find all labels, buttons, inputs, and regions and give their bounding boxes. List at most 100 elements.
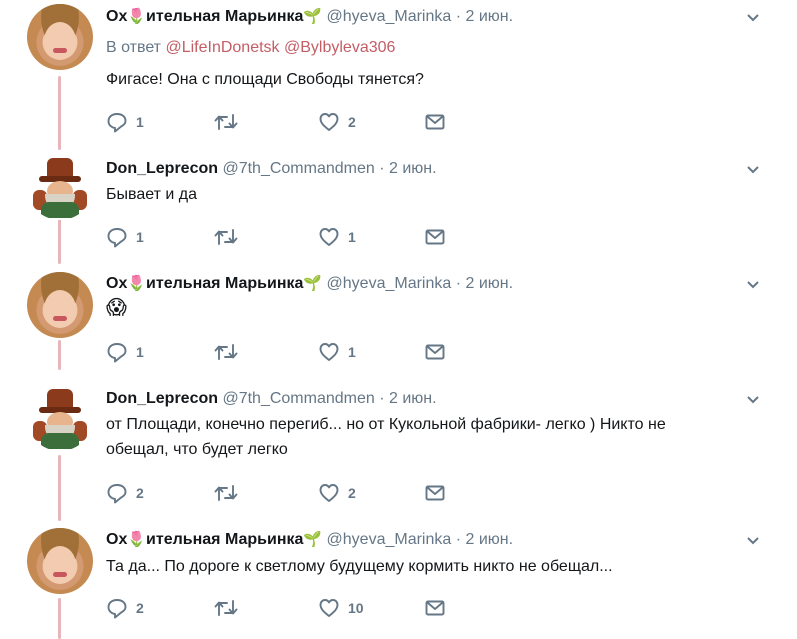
chevron-down-icon[interactable] <box>747 281 759 289</box>
author-name[interactable]: Ох🌷ительная Марьинка🌱 <box>106 531 322 548</box>
thread-connector <box>58 455 61 521</box>
author-name[interactable]: Ох🌷ительная Марьинка🌱 <box>106 8 322 25</box>
avatar[interactable] <box>27 272 93 338</box>
reply-count: 1 <box>136 344 144 360</box>
separator-dot: · <box>379 160 385 177</box>
author-name[interactable]: Don_Leprecon <box>106 390 218 407</box>
like-button[interactable]: 1 <box>318 226 356 248</box>
direct-message-button[interactable] <box>424 597 446 619</box>
tweet-actions: 1 2 <box>106 111 466 133</box>
tulip-emoji: 🌷 <box>127 531 147 548</box>
reply-icon <box>107 484 127 504</box>
sprout-emoji: 🌱 <box>303 531 323 548</box>
heart-icon <box>319 343 339 361</box>
author-handle[interactable]: @hyeva_Marinka <box>327 531 452 548</box>
reply-count: 2 <box>136 485 144 501</box>
envelope-icon <box>425 114 445 130</box>
retweet-button[interactable] <box>214 597 246 619</box>
reply-prefix: В ответ <box>106 39 162 56</box>
separator-dot: · <box>455 8 462 25</box>
avatar[interactable] <box>27 385 93 451</box>
avatar[interactable] <box>27 154 93 220</box>
reply-count: 1 <box>136 114 144 130</box>
retweet-icon <box>214 114 238 130</box>
author-name[interactable]: Don_Leprecon <box>106 160 218 177</box>
avatar[interactable] <box>27 528 93 594</box>
tweet-header: Ох🌷ительная Марьинка🌱 @hyeva_Marinka · 2… <box>106 7 513 27</box>
thread-connector <box>58 340 61 370</box>
reply-button[interactable]: 1 <box>106 111 144 133</box>
reply-button[interactable]: 2 <box>106 482 144 504</box>
sprout-emoji: 🌱 <box>303 8 323 25</box>
direct-message-button[interactable] <box>424 482 446 504</box>
reply-icon <box>107 228 127 248</box>
chevron-down-icon[interactable] <box>747 166 759 174</box>
timestamp[interactable]: 2 июн. <box>466 531 514 548</box>
author-handle[interactable]: @hyeva_Marinka <box>327 275 452 292</box>
like-count: 1 <box>348 344 356 360</box>
thread-connector <box>58 218 61 264</box>
thread-connector <box>58 598 61 639</box>
reply-count: 2 <box>136 600 144 616</box>
tweet-header: Ох🌷ительная Марьинка🌱 @hyeva_Marinka · 2… <box>106 530 513 550</box>
author-handle[interactable]: @hyeva_Marinka <box>327 8 452 25</box>
like-button[interactable]: 2 <box>318 111 356 133</box>
tweet-actions: 2 10 <box>106 597 466 619</box>
tulip-emoji: 🌷 <box>127 275 147 292</box>
envelope-icon <box>425 600 445 616</box>
timestamp[interactable]: 2 июн. <box>389 160 437 177</box>
heart-icon <box>319 113 339 131</box>
author-name[interactable]: Ох🌷ительная Марьинка🌱 <box>106 275 322 292</box>
tweet-header: Don_Leprecon @7th_Commandmen · 2 июн. <box>106 159 437 179</box>
chevron-down-icon[interactable] <box>747 396 759 404</box>
tweet-header: Ох🌷ительная Марьинка🌱 @hyeva_Marinka · 2… <box>106 274 513 294</box>
timestamp[interactable]: 2 июн. <box>466 275 514 292</box>
author-handle[interactable]: @7th_Commandmen <box>222 390 374 407</box>
direct-message-button[interactable] <box>424 341 446 363</box>
reply-icon <box>107 343 127 363</box>
tulip-emoji: 🌷 <box>127 8 147 25</box>
sprout-emoji: 🌱 <box>303 275 323 292</box>
retweet-button[interactable] <box>214 341 246 363</box>
direct-message-button[interactable] <box>424 226 446 248</box>
avatar[interactable] <box>27 4 93 70</box>
retweet-button[interactable] <box>214 482 246 504</box>
reply-context: В ответ @LifeInDonetsk @Bylbyleva306 <box>106 38 395 58</box>
retweet-icon <box>214 600 238 616</box>
envelope-icon <box>425 344 445 360</box>
tweet-text: 😱 <box>106 297 127 319</box>
reply-count: 1 <box>136 229 144 245</box>
reply-button[interactable]: 1 <box>106 226 144 248</box>
chevron-down-icon[interactable] <box>747 537 759 545</box>
separator-dot: · <box>455 531 462 548</box>
direct-message-button[interactable] <box>424 111 446 133</box>
separator-dot: · <box>379 390 385 407</box>
tweet-actions: 1 1 <box>106 341 466 363</box>
like-count: 1 <box>348 229 356 245</box>
retweet-button[interactable] <box>214 226 246 248</box>
heart-icon <box>319 484 339 502</box>
like-button[interactable]: 1 <box>318 341 356 363</box>
retweet-button[interactable] <box>214 111 246 133</box>
like-count: 2 <box>348 114 356 130</box>
reply-button[interactable]: 2 <box>106 597 144 619</box>
thread-connector <box>58 76 61 150</box>
tweet-text-line: от Площади, конечно перегиб... но от Кук… <box>106 416 666 433</box>
like-button[interactable]: 2 <box>318 482 356 504</box>
reply-icon <box>107 113 127 133</box>
like-count: 2 <box>348 485 356 501</box>
retweet-icon <box>214 229 238 245</box>
reply-button[interactable]: 1 <box>106 341 144 363</box>
timestamp[interactable]: 2 июн. <box>466 8 514 25</box>
like-button[interactable]: 10 <box>318 597 364 619</box>
author-handle[interactable]: @7th_Commandmen <box>222 160 374 177</box>
tweet-text: от Площади, конечно перегиб... но от Кук… <box>106 412 766 462</box>
envelope-icon <box>425 229 445 245</box>
heart-icon <box>319 228 339 246</box>
chevron-down-icon[interactable] <box>747 14 759 22</box>
separator-dot: · <box>455 275 462 292</box>
mention-link[interactable]: @LifeInDonetsk <box>165 39 279 56</box>
retweet-icon <box>214 344 238 360</box>
timestamp[interactable]: 2 июн. <box>389 390 437 407</box>
mention-link[interactable]: @Bylbyleva306 <box>284 39 395 56</box>
